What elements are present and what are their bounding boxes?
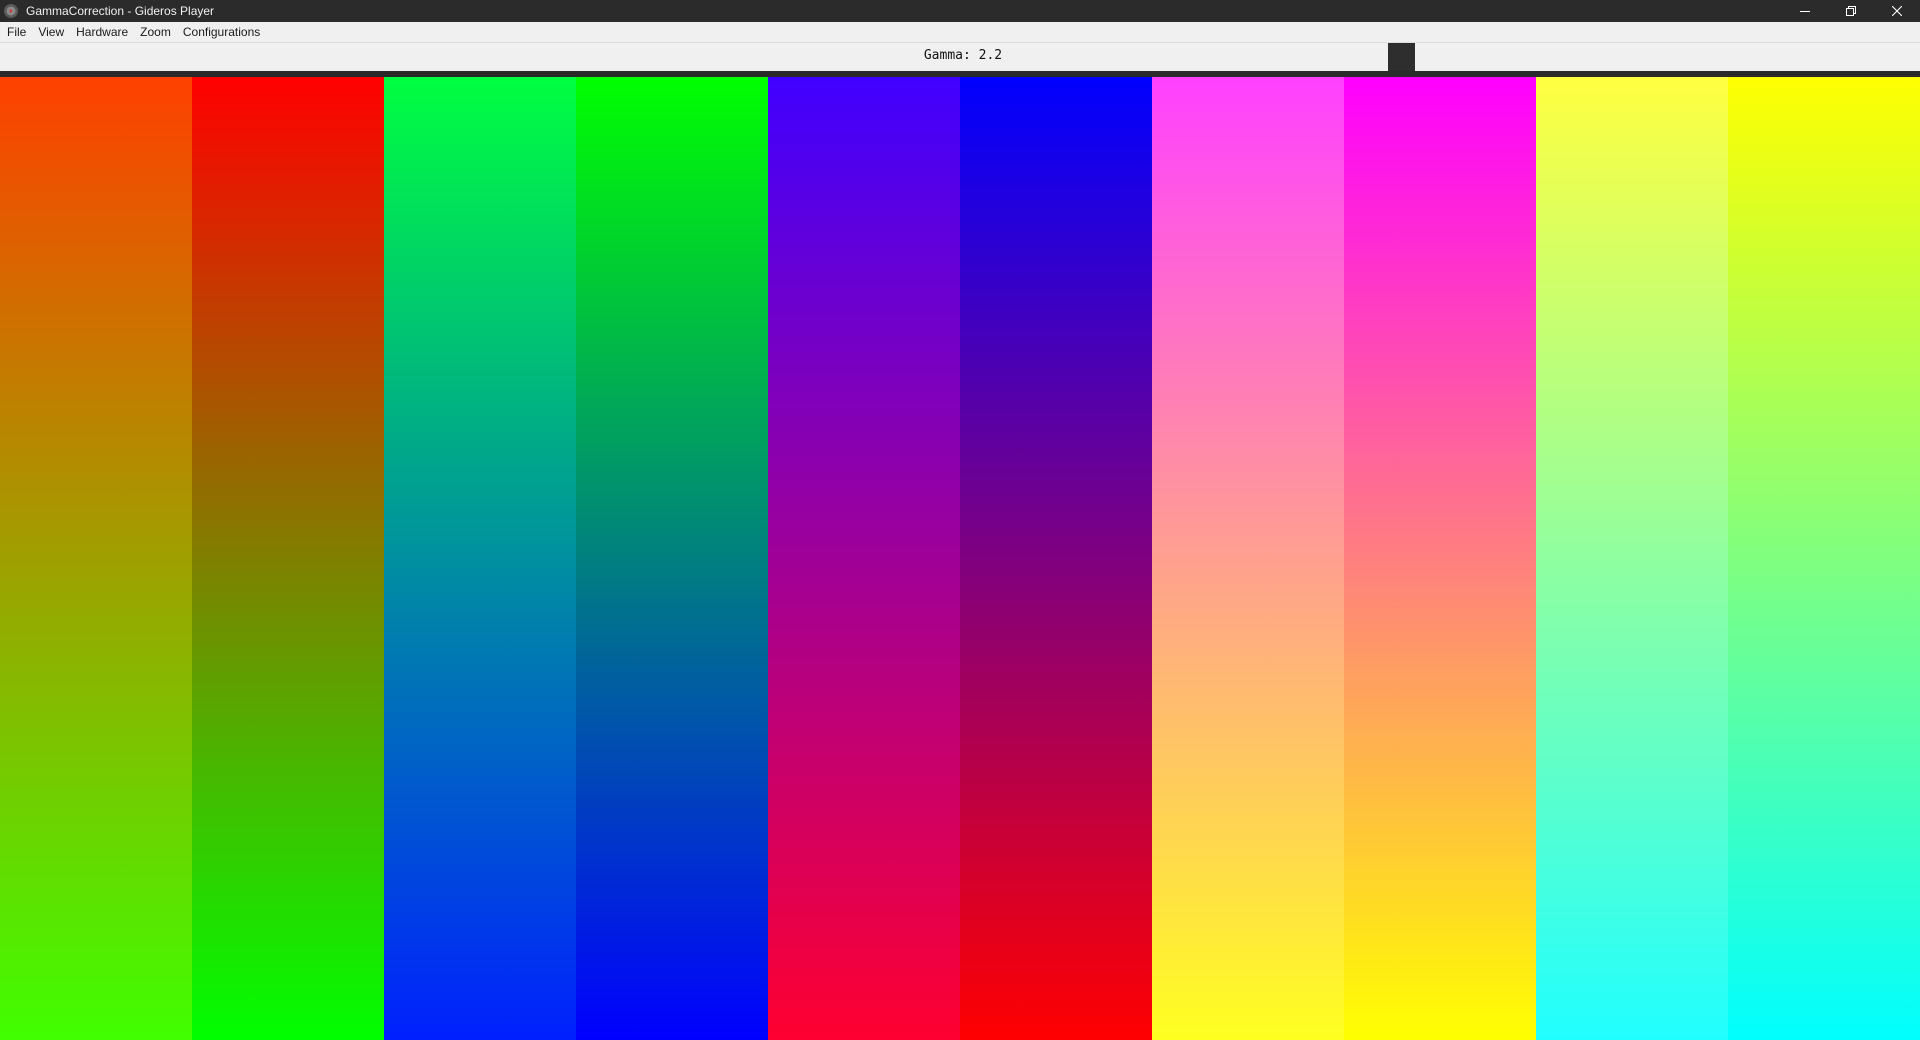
window-title: GammaCorrection - Gideros Player	[26, 4, 215, 18]
gradient-bar-green-blue-corrected	[384, 77, 576, 1040]
minimize-icon	[1800, 11, 1810, 12]
menu-bar: File View Hardware Zoom Configurations	[0, 22, 1920, 43]
window-controls	[1782, 0, 1920, 22]
gamma-slider-handle[interactable]	[1388, 43, 1415, 71]
gamma-slider[interactable]	[0, 43, 1920, 71]
gradient-bars	[0, 77, 1920, 1040]
gideros-player-icon	[4, 4, 18, 18]
gideros-player-window: GammaCorrection - Gideros Player File Vi…	[0, 0, 1920, 1040]
close-button[interactable]	[1874, 0, 1920, 22]
gradient-bar-red-yellow-green-corrected	[0, 77, 192, 1040]
gradient-bar-magenta-yellow-corrected	[1152, 77, 1344, 1040]
menu-file[interactable]: File	[0, 22, 32, 42]
restore-button[interactable]	[1828, 0, 1874, 22]
gradient-bar-yellow-cyan-linear	[1728, 77, 1920, 1040]
menu-hardware[interactable]: Hardware	[70, 22, 134, 42]
minimize-button[interactable]	[1782, 0, 1828, 22]
gradient-bar-yellow-cyan-corrected	[1536, 77, 1728, 1040]
restore-icon	[1846, 6, 1856, 16]
menu-zoom[interactable]: Zoom	[134, 22, 177, 42]
gradient-bar-green-blue-linear	[576, 77, 768, 1040]
title-bar: GammaCorrection - Gideros Player	[0, 0, 1920, 22]
gamma-control: Gamma: 2.2	[0, 43, 1920, 71]
menu-configurations[interactable]: Configurations	[177, 22, 266, 42]
gradient-bar-red-green-linear	[192, 77, 384, 1040]
gradient-bar-blue-red-linear	[960, 77, 1152, 1040]
gradient-bar-magenta-yellow-linear	[1344, 77, 1536, 1040]
gradient-bar-blue-red-corrected	[768, 77, 960, 1040]
close-icon	[1892, 6, 1902, 16]
menu-view[interactable]: View	[32, 22, 70, 42]
